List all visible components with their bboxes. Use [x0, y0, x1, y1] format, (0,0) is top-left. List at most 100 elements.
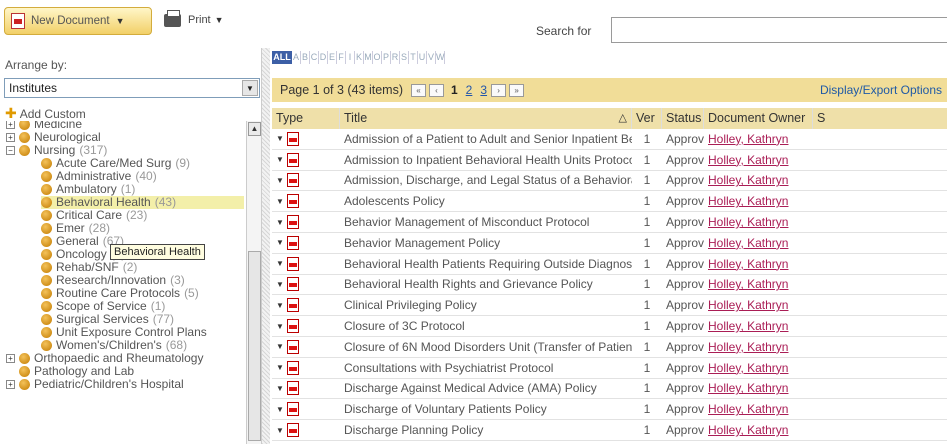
expand-icon[interactable]: + [6, 380, 15, 389]
owner-cell-text[interactable]: Holley, Kathryn [708, 298, 788, 312]
table-row[interactable]: ▼ Admission, Discharge, and Legal Status … [272, 171, 947, 192]
owner-cell-text[interactable]: Holley, Kathryn [708, 277, 788, 291]
expand-icon[interactable]: + [6, 133, 15, 142]
owner-cell[interactable]: Holley, Kathryn [704, 173, 813, 187]
table-row[interactable]: ▼ Closure of 6N Mood Disorders Unit (Tran… [272, 337, 947, 358]
pdf-document-icon[interactable] [286, 152, 299, 167]
type-menu[interactable]: ▼ [276, 402, 340, 417]
chevron-down-icon[interactable]: ▼ [276, 342, 284, 351]
type-menu[interactable]: ▼ [276, 215, 340, 230]
title-cell[interactable]: Behavior Management Policy [340, 236, 632, 250]
type-cell[interactable]: ▼ [272, 131, 340, 146]
owner-cell-text[interactable]: Holley, Kathryn [708, 423, 788, 437]
title-cell[interactable]: Admission to Inpatient Behavioral Health… [340, 153, 632, 167]
type-cell[interactable]: ▼ [272, 235, 340, 250]
owner-cell[interactable]: Holley, Kathryn [704, 381, 813, 395]
column-header-ver[interactable]: Ver [632, 108, 662, 129]
type-cell[interactable]: ▼ [272, 215, 340, 230]
chevron-down-icon[interactable]: ▼ [276, 322, 284, 331]
type-cell[interactable]: ▼ [272, 402, 340, 417]
chevron-down-icon[interactable]: ▼ [276, 426, 284, 435]
owner-cell-text[interactable]: Holley, Kathryn [708, 319, 788, 333]
table-row[interactable]: ▼ Behavior Management Policy 1 Approved Holl… [272, 233, 947, 254]
tree-scrollbar[interactable]: ▲ [246, 121, 261, 444]
page-link-3[interactable]: 3 [480, 83, 487, 97]
alpha-filter-f[interactable]: F [337, 51, 346, 64]
alpha-filter-m[interactable]: M [364, 51, 373, 64]
table-row[interactable]: ▼ Closure of 3C Protocol 1 Approved Holley, … [272, 316, 947, 337]
chevron-down-icon[interactable]: ▼ [276, 134, 284, 143]
chevron-down-icon[interactable]: ▼ [276, 280, 284, 289]
chevron-down-icon[interactable]: ▼ [276, 301, 284, 310]
owner-cell-text[interactable]: Holley, Kathryn [708, 340, 788, 354]
pdf-document-icon[interactable] [286, 194, 299, 209]
chevron-down-icon[interactable]: ▼ [276, 218, 284, 227]
type-cell[interactable]: ▼ [272, 256, 340, 271]
pdf-document-icon[interactable] [286, 360, 299, 375]
column-header-title[interactable]: Title △ [340, 108, 632, 129]
pdf-document-icon[interactable] [286, 423, 299, 438]
owner-cell[interactable]: Holley, Kathryn [704, 340, 813, 354]
owner-cell-text[interactable]: Holley, Kathryn [708, 236, 788, 250]
type-menu[interactable]: ▼ [276, 319, 340, 334]
title-cell[interactable]: Closure of 3C Protocol [340, 319, 632, 333]
type-menu[interactable]: ▼ [276, 235, 340, 250]
type-cell[interactable]: ▼ [272, 423, 340, 438]
arrange-by-select[interactable]: Institutes ▼ [4, 78, 260, 98]
title-cell[interactable]: Behavioral Health Patients Requiring Out… [340, 257, 632, 271]
first-page-button[interactable]: « [410, 83, 426, 97]
owner-cell-text[interactable]: Holley, Kathryn [708, 132, 788, 146]
alpha-filter-w[interactable]: W [436, 51, 445, 64]
table-row[interactable]: ▼ Discharge Planning Policy 1 Approved Holle… [272, 420, 947, 441]
owner-cell[interactable]: Holley, Kathryn [704, 277, 813, 291]
owner-cell[interactable]: Holley, Kathryn [704, 215, 813, 229]
owner-cell[interactable]: Holley, Kathryn [704, 298, 813, 312]
column-header-s[interactable]: S [813, 108, 947, 129]
page-link-2[interactable]: 2 [466, 83, 473, 97]
alpha-filter-e[interactable]: E [328, 51, 337, 64]
chevron-down-icon[interactable]: ▼ [276, 155, 284, 164]
table-row[interactable]: ▼ Behavioral Health Rights and Grievance … [272, 275, 947, 296]
pdf-document-icon[interactable] [286, 277, 299, 292]
owner-cell-text[interactable]: Holley, Kathryn [708, 153, 788, 167]
type-cell[interactable]: ▼ [272, 152, 340, 167]
table-row[interactable]: ▼ Admission to Inpatient Behavioral Healt… [272, 150, 947, 171]
title-cell[interactable]: Discharge of Voluntary Patients Policy [340, 402, 632, 416]
owner-cell[interactable]: Holley, Kathryn [704, 361, 813, 375]
title-cell[interactable]: Consultations with Psychiatrist Protocol [340, 361, 632, 375]
alpha-filter-o[interactable]: O [373, 51, 382, 64]
title-cell[interactable]: Clinical Privileging Policy [340, 298, 632, 312]
title-cell[interactable]: Discharge Planning Policy [340, 423, 632, 437]
title-cell[interactable]: Discharge Against Medical Advice (AMA) P… [340, 381, 632, 395]
title-cell[interactable]: Behavior Management of Misconduct Protoc… [340, 215, 632, 229]
owner-cell-text[interactable]: Holley, Kathryn [708, 361, 788, 375]
dropdown-arrow-icon[interactable]: ▼ [242, 80, 258, 96]
scrollbar-thumb[interactable] [248, 251, 261, 441]
type-cell[interactable]: ▼ [272, 381, 340, 396]
next-page-button[interactable]: › [491, 83, 507, 97]
pdf-document-icon[interactable] [286, 319, 299, 334]
type-cell[interactable]: ▼ [272, 319, 340, 334]
type-cell[interactable]: ▼ [272, 277, 340, 292]
pdf-document-icon[interactable] [286, 381, 299, 396]
owner-cell[interactable]: Holley, Kathryn [704, 194, 813, 208]
display-export-options-link[interactable]: Display/Export Options [820, 83, 942, 97]
owner-cell-text[interactable]: Holley, Kathryn [708, 381, 788, 395]
type-menu[interactable]: ▼ [276, 360, 340, 375]
type-menu[interactable]: ▼ [276, 423, 340, 438]
column-header-document-owner[interactable]: Document Owner [704, 108, 813, 129]
type-menu[interactable]: ▼ [276, 298, 340, 313]
table-row[interactable]: ▼ Behavioral Health Patients Requiring Ou… [272, 254, 947, 275]
title-cell[interactable]: Admission of a Patient to Adult and Seni… [340, 132, 632, 146]
table-row[interactable]: ▼ Discharge of Voluntary Patients Policy 1… [272, 399, 947, 421]
chevron-down-icon[interactable]: ▼ [276, 259, 284, 268]
last-page-button[interactable]: » [509, 83, 525, 97]
owner-cell-text[interactable]: Holley, Kathryn [708, 215, 788, 229]
type-menu[interactable]: ▼ [276, 152, 340, 167]
table-row[interactable]: ▼ Admission of a Patient to Adult and Sen… [272, 129, 947, 150]
chevron-down-icon[interactable]: ▼ [276, 363, 284, 372]
owner-cell[interactable]: Holley, Kathryn [704, 319, 813, 333]
type-menu[interactable]: ▼ [276, 173, 340, 188]
pdf-document-icon[interactable] [286, 131, 299, 146]
page-link-1[interactable]: 1 [451, 83, 458, 97]
